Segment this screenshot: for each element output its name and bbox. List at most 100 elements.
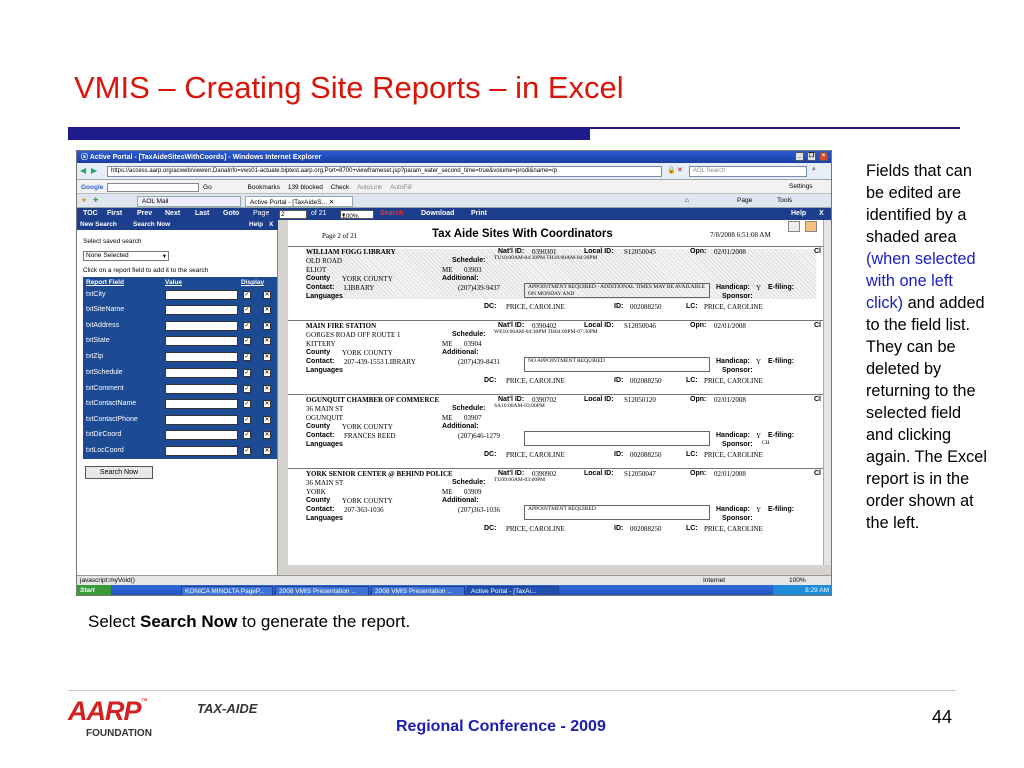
id-value[interactable]: 002088250: [630, 525, 662, 533]
panel-close-link[interactable]: X: [269, 221, 273, 228]
home-icon[interactable]: ⌂: [685, 197, 689, 204]
panel-help-link[interactable]: Help: [249, 221, 263, 228]
restore-icon[interactable]: ❐: [807, 152, 816, 161]
zoom-level[interactable]: 100%: [789, 577, 806, 584]
id-value[interactable]: 002088250: [630, 451, 662, 459]
first-link[interactable]: First: [107, 210, 122, 217]
field-name[interactable]: txtComment: [86, 385, 124, 392]
back-icon[interactable]: ◀: [80, 166, 86, 175]
remove-field-icon[interactable]: ✕: [263, 322, 271, 330]
contact-phone[interactable]: (207)363-1036: [458, 506, 500, 514]
remove-field-icon[interactable]: ✕: [263, 431, 271, 439]
lc-value[interactable]: PRICE, CAROLINE: [704, 525, 763, 533]
close-icon[interactable]: ×: [819, 152, 828, 161]
print-link[interactable]: Print: [471, 210, 487, 217]
comment-box[interactable]: [524, 431, 710, 446]
dc-value[interactable]: PRICE, CAROLINE: [506, 377, 565, 385]
field-value-input[interactable]: [165, 305, 238, 315]
schedule-value[interactable]: WE10:00AM-04:30PM TH04:00PM-07:30PM: [494, 329, 598, 335]
display-checkbox[interactable]: ✓: [243, 400, 251, 408]
bookmarks-menu[interactable]: Bookmarks: [248, 184, 281, 191]
field-name[interactable]: txtCity: [86, 291, 105, 298]
display-checkbox[interactable]: ✓: [243, 431, 251, 439]
dc-value[interactable]: PRICE, CAROLINE: [506, 303, 565, 311]
field-name[interactable]: txtContactName: [86, 400, 136, 407]
download-link[interactable]: Download: [421, 210, 454, 217]
search-link[interactable]: Search: [380, 210, 403, 217]
toc-link[interactable]: TOC: [83, 210, 98, 217]
field-value-input[interactable]: [165, 290, 238, 300]
display-checkbox[interactable]: ✓: [243, 291, 251, 299]
dc-value[interactable]: PRICE, CAROLINE: [506, 525, 565, 533]
saved-search-select[interactable]: None Selected ▾: [83, 251, 169, 261]
opn-date[interactable]: 02/01/2008: [714, 248, 746, 256]
remove-field-icon[interactable]: ✕: [263, 447, 271, 455]
site-name[interactable]: YORK SENIOR CENTER @ BEHIND POLICE: [306, 470, 453, 478]
report-export-icon[interactable]: [805, 221, 817, 232]
goto-link[interactable]: Goto: [223, 210, 239, 217]
field-name[interactable]: txtContactPhone: [86, 416, 138, 423]
site-address[interactable]: GORGES ROAD OFF ROUTE 1: [306, 331, 401, 339]
lc-value[interactable]: PRICE, CAROLINE: [704, 303, 763, 311]
field-value-input[interactable]: [165, 446, 238, 456]
stop-icon[interactable]: ✕: [677, 166, 683, 174]
local-id-value[interactable]: S12050120: [624, 396, 656, 404]
field-value-input[interactable]: [165, 352, 238, 362]
field-value-input[interactable]: [165, 321, 238, 331]
local-id-value[interactable]: S12050045: [624, 248, 656, 256]
contact-phone[interactable]: (207)439-9437: [458, 284, 500, 292]
opn-date[interactable]: 02/01/2008: [714, 322, 746, 330]
add-favorite-icon[interactable]: ✚: [93, 196, 98, 204]
local-id-value[interactable]: S12050046: [624, 322, 656, 330]
start-button[interactable]: Start: [77, 585, 111, 595]
contact-phone[interactable]: (207)646-1279: [458, 432, 500, 440]
search-now-button[interactable]: Search Now: [85, 466, 153, 479]
id-value[interactable]: 002088250: [630, 377, 662, 385]
settings-menu[interactable]: Settings: [789, 183, 813, 190]
lc-value[interactable]: PRICE, CAROLINE: [704, 377, 763, 385]
new-search-link[interactable]: New Search: [80, 221, 117, 228]
address-input[interactable]: https://access.aarp.org/acweb/viewer/,Da…: [107, 166, 662, 177]
field-value-input[interactable]: [165, 399, 238, 409]
tools-menu[interactable]: Tools: [777, 197, 792, 204]
remove-field-icon[interactable]: ✕: [263, 416, 271, 424]
site-name[interactable]: OGUNQUIT CHAMBER OF COMMERCE: [306, 396, 439, 404]
site-zip[interactable]: 03909: [464, 488, 482, 496]
field-value-input[interactable]: [165, 415, 238, 425]
field-name[interactable]: txtSchedule: [86, 369, 123, 376]
handicap-value[interactable]: Y: [756, 506, 761, 514]
field-name[interactable]: txtDirCoord: [86, 431, 121, 438]
site-state[interactable]: ME: [442, 488, 453, 496]
display-checkbox[interactable]: ✓: [243, 353, 251, 361]
handicap-value[interactable]: Y: [756, 432, 761, 440]
site-name[interactable]: MAIN FIRE STATION: [306, 322, 376, 330]
google-search-input[interactable]: [107, 183, 200, 192]
remove-field-icon[interactable]: ✕: [263, 369, 271, 377]
display-checkbox[interactable]: ✓: [243, 416, 251, 424]
display-checkbox[interactable]: ✓: [243, 306, 251, 314]
display-checkbox[interactable]: ✓: [243, 447, 251, 455]
local-id-value[interactable]: S12050047: [624, 470, 656, 478]
id-value[interactable]: 002088250: [630, 303, 662, 311]
forward-icon[interactable]: ▶: [91, 166, 97, 175]
comment-value[interactable]: NO APPOINTMENT REQUIRED: [528, 358, 605, 364]
field-name[interactable]: txtZip: [86, 353, 103, 360]
county-value[interactable]: YORK COUNTY: [342, 423, 393, 431]
schedule-value[interactable]: TU10:00AM-04:30PM TH10:00AM-04:30PM: [494, 255, 597, 261]
popup-blocked[interactable]: 139 blocked: [288, 184, 323, 191]
tab-active-portal[interactable]: Active Portal - [TaxAideS... ✕: [245, 196, 353, 207]
site-zip[interactable]: 03904: [464, 340, 482, 348]
opn-date[interactable]: 02/01/2008: [714, 470, 746, 478]
contact-value[interactable]: LIBRARY: [344, 284, 374, 292]
site-state[interactable]: ME: [442, 414, 453, 422]
autolink-button[interactable]: AutoLink: [357, 184, 382, 191]
contact-value[interactable]: 207-439-1553 LIBRARY: [344, 358, 416, 366]
site-city[interactable]: YORK: [306, 488, 326, 496]
site-state[interactable]: ME: [442, 340, 453, 348]
comment-value[interactable]: APPOINTMENT REQUIRED - ADDITIONAL TIMES …: [528, 284, 708, 297]
remove-field-icon[interactable]: ✕: [263, 291, 271, 299]
last-link[interactable]: Last: [195, 210, 209, 217]
handicap-value[interactable]: Y: [756, 284, 761, 292]
site-name[interactable]: WILLIAM FOGG LIBRARY: [306, 248, 396, 256]
taskbar-item[interactable]: 2008 VMIS Presentation ...: [371, 586, 465, 595]
